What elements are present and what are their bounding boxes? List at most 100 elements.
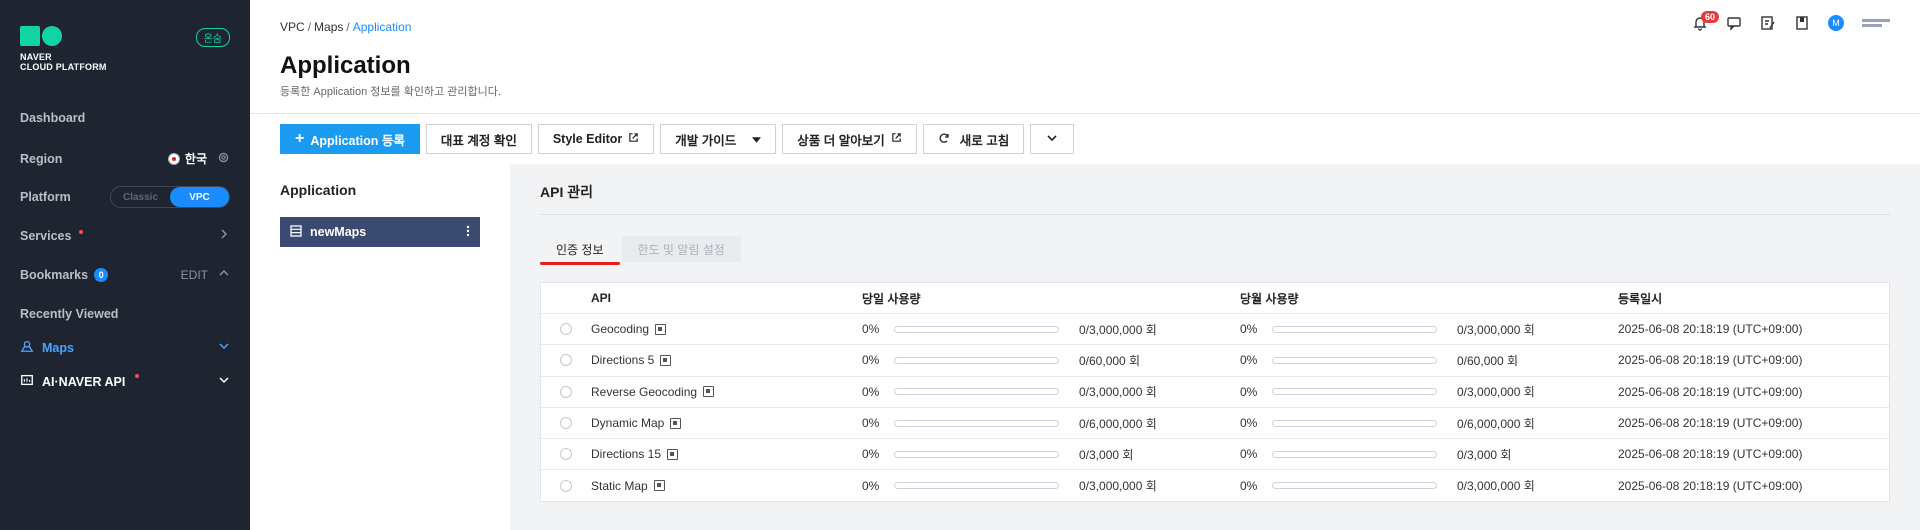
chat-icon[interactable] [1726, 15, 1742, 31]
registered-date: 2025-06-08 20:18:19 (UTC+09:00) [1618, 353, 1803, 368]
avatar[interactable]: M [1828, 15, 1844, 31]
application-panel: Application newMaps [250, 164, 510, 530]
month-usage-quota: 0/3,000,000 회 [1457, 322, 1535, 337]
recent-item-ai-naver-api[interactable]: AI·NAVER API [20, 373, 230, 390]
application-item-label: newMaps [310, 225, 367, 239]
plus-icon: + [295, 130, 305, 147]
dev-guide-dropdown[interactable]: 개발 가이드 [660, 124, 777, 154]
sidebar-item-bookmarks[interactable]: Bookmarks 0 EDIT [20, 267, 230, 282]
tab-limit-alert-settings[interactable]: 한도 및 알림 설정 [621, 236, 741, 262]
platform-toggle[interactable]: Classic VPC [110, 186, 230, 208]
new-dot [135, 374, 140, 378]
table-row[interactable]: Static Map 0% 0/3,000,000 회 0% 0/3,000,000 회… [541, 469, 1889, 500]
breadcrumb-item[interactable]: VPC [280, 20, 305, 34]
table-row[interactable]: Dynamic Map 0% 0/6,000,000 회 0% 0/6,000,000 … [541, 406, 1889, 438]
table-row[interactable]: Directions 5 0% 0/60,000 회 0% 0/60,000 회 2025… [541, 344, 1889, 375]
recent-item-label: Maps [42, 340, 74, 355]
day-usage-quota: 0/3,000,000 회 [1079, 385, 1157, 400]
bell-icon[interactable]: 60 [1692, 11, 1720, 31]
registered-date: 2025-06-08 20:18:19 (UTC+09:00) [1618, 384, 1803, 399]
external-link-icon [891, 132, 902, 146]
breadcrumb-current: Application [352, 20, 412, 34]
more-options-button[interactable] [1030, 124, 1075, 154]
dashboard-label: Dashboard [20, 111, 86, 125]
registered-date: 2025-06-08 20:18:19 (UTC+09:00) [1618, 478, 1803, 493]
month-usage-quota: 0/3,000,000 회 [1457, 479, 1535, 494]
account-menu[interactable] [1862, 19, 1890, 27]
chevron-down-icon[interactable] [218, 374, 230, 389]
api-name: Geocoding [591, 322, 650, 337]
style-editor-button[interactable]: Style Editor [537, 124, 655, 154]
kebab-menu-icon[interactable] [466, 225, 470, 240]
sidebar-item-services[interactable]: Services [20, 228, 230, 243]
row-radio-button[interactable] [560, 385, 572, 398]
content-area: Application newMaps API 관리 인증 정보 한도 및 알림… [250, 164, 1920, 530]
doc-icon[interactable] [660, 354, 672, 366]
bookmarks-edit-button[interactable]: EDIT [181, 268, 208, 282]
caret-down-icon [752, 132, 762, 146]
divider [540, 214, 1890, 215]
day-usage-percent: 0% [862, 384, 880, 399]
edit-note-icon[interactable] [1760, 15, 1776, 31]
month-usage-quota: 0/3,000,000 회 [1457, 385, 1535, 400]
gear-icon[interactable] [217, 151, 230, 167]
doc-icon[interactable] [653, 480, 665, 492]
month-usage-quota: 0/60,000 회 [1457, 353, 1519, 368]
tab-auth-info[interactable]: 인증 정보 [540, 236, 620, 265]
month-usage-bar [1272, 482, 1437, 490]
sidebar-item-region[interactable]: Region 한국 [20, 150, 230, 167]
row-radio-button[interactable] [560, 479, 572, 492]
day-usage-bar [894, 356, 1059, 364]
table-row[interactable]: Directions 15 0% 0/3,000 회 0% 0/3,000 회 2025-… [541, 438, 1889, 469]
month-usage-percent: 0% [1240, 353, 1258, 368]
month-usage-percent: 0% [1240, 478, 1258, 493]
registered-date: 2025-06-08 20:18:19 (UTC+09:00) [1618, 416, 1803, 431]
book-icon[interactable] [1794, 15, 1810, 31]
maps-icon [20, 339, 34, 356]
chevron-down-icon[interactable] [218, 340, 230, 355]
day-usage-percent: 0% [862, 416, 880, 431]
api-name: Reverse Geocoding [591, 384, 698, 399]
platform-label: Platform [20, 190, 71, 204]
more-product-button[interactable]: 상품 더 알아보기 [782, 124, 917, 154]
day-usage-bar [894, 325, 1059, 333]
korea-flag-icon [167, 152, 180, 165]
row-radio-button[interactable] [560, 417, 572, 430]
api-section-title: API 관리 [540, 184, 593, 200]
header-divider [250, 113, 1920, 114]
registered-date: 2025-06-08 20:18:19 (UTC+09:00) [1618, 447, 1803, 462]
chevron-up-icon[interactable] [218, 267, 230, 282]
online-badge[interactable]: 온숨 [195, 28, 230, 47]
platform-classic-option[interactable]: Classic [111, 187, 170, 207]
chevron-down-icon [1046, 132, 1058, 147]
services-label: Services [20, 228, 72, 243]
confirm-account-button[interactable]: 대표 계정 확인 [425, 124, 532, 154]
day-usage-percent: 0% [862, 353, 880, 368]
row-radio-button[interactable] [560, 323, 572, 336]
api-icon [20, 373, 34, 390]
refresh-button[interactable]: 새로 고침 [922, 124, 1025, 154]
platform-vpc-option[interactable]: VPC [170, 187, 229, 207]
row-radio-button[interactable] [560, 354, 572, 367]
table-row[interactable]: Geocoding 0% 0/3,000,000 회 0% 0/3,000,000 회 2… [541, 313, 1889, 344]
doc-icon[interactable] [703, 386, 715, 398]
recent-item-maps[interactable]: Maps [20, 339, 230, 356]
doc-icon[interactable] [655, 323, 667, 335]
row-radio-button[interactable] [560, 448, 572, 461]
breadcrumb: VPC / Maps / Application [280, 20, 412, 34]
application-register-button[interactable]: + Application 등록 [280, 124, 420, 154]
month-usage-percent: 0% [1240, 416, 1258, 431]
sidebar-item-dashboard[interactable]: Dashboard [20, 111, 230, 125]
column-header-api: API [591, 291, 612, 305]
breadcrumb-item[interactable]: Maps [314, 20, 343, 34]
doc-icon[interactable] [670, 417, 682, 429]
region-label: Region [20, 151, 63, 166]
recently-viewed-title: Recently Viewed [20, 307, 119, 321]
table-row[interactable]: Reverse Geocoding 0% 0/3,000,000 회 0% 0/3,00… [541, 375, 1889, 407]
refresh-icon [938, 132, 950, 147]
naver-cloud-logo[interactable]: NAVER CLOUD PLATFORM [20, 26, 107, 72]
api-name: Static Map [591, 478, 648, 493]
doc-icon[interactable] [667, 448, 679, 460]
bookmarks-label: Bookmarks [20, 267, 89, 282]
application-item-newmaps[interactable]: newMaps [280, 217, 480, 247]
